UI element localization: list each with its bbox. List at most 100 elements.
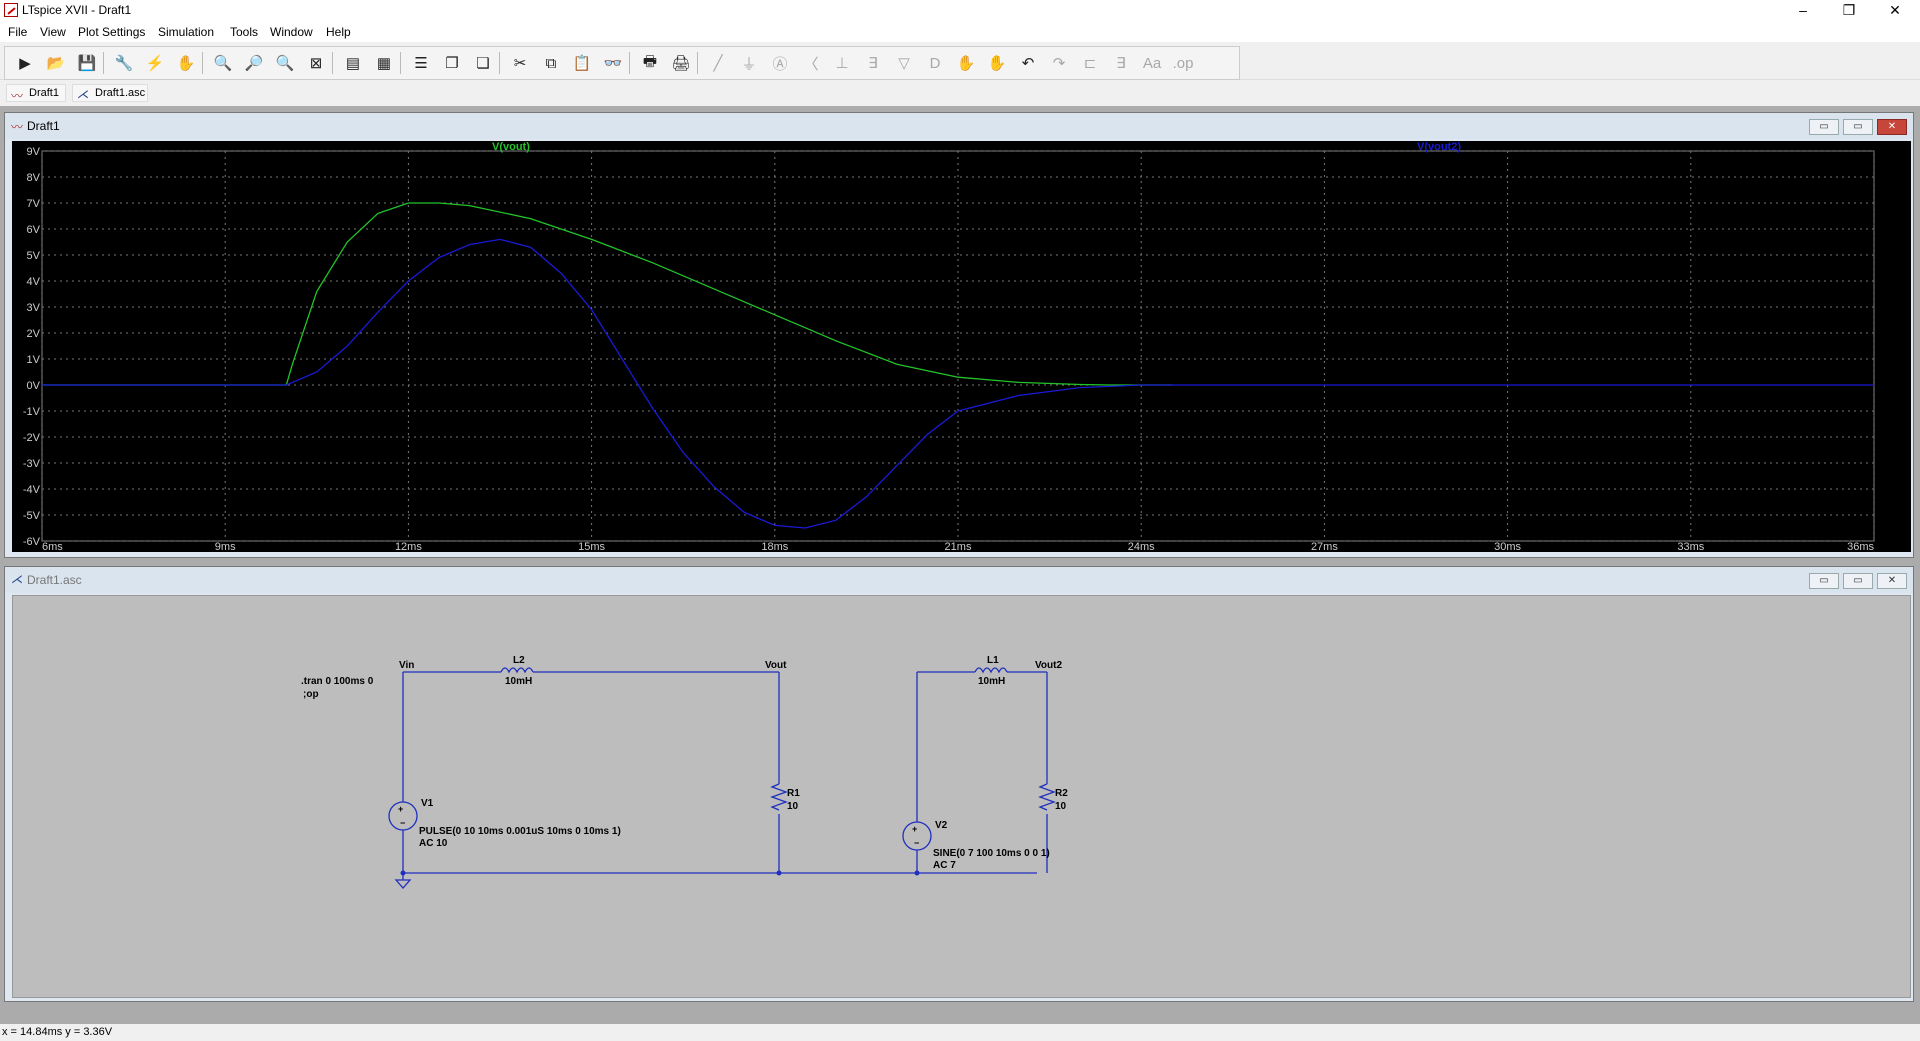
l1-value[interactable]: 10mH <box>978 676 1005 687</box>
x-tick-label: 30ms <box>1494 541 1521 552</box>
schematic-icon: ⋌ <box>77 87 89 101</box>
tile-vertical-icon[interactable]: ❏ <box>472 52 494 74</box>
y-tick-label: 7V <box>27 198 41 210</box>
tran-directive[interactable]: .tran 0 100ms 0 <box>301 676 374 687</box>
r1-ref[interactable]: R1 <box>787 788 800 799</box>
schematic-close-button[interactable]: ✕ <box>1877 573 1907 589</box>
menu-view[interactable]: View <box>40 25 66 39</box>
node-label-vin[interactable]: Vin <box>399 660 414 671</box>
tab-draft1-asc[interactable]: ⋌ Draft1.asc <box>72 84 148 102</box>
undo-icon[interactable]: ↶ <box>1017 52 1039 74</box>
menu-window[interactable]: Window <box>270 25 313 39</box>
waveform-plot[interactable]: 9V 8V 7V 6V 5V 4V 3V 2V 1V 0V -1V -2V -3V -4V -5V -6V 6m… <box>12 141 1911 553</box>
node-label-vout2[interactable]: Vout2 <box>1035 660 1062 671</box>
tab-label: Draft1 <box>29 87 59 99</box>
v2-ref[interactable]: V2 <box>935 820 948 831</box>
ground-icon[interactable]: ⏚ <box>738 52 760 74</box>
redo-icon[interactable]: ↷ <box>1048 52 1070 74</box>
circuit-diagram[interactable]: + − + − .tran 0 100ms 0 ;op Vin Vout Vout2… <box>13 596 1910 997</box>
capacitor-icon[interactable]: ⊥ <box>831 52 853 74</box>
inductor-l1-symbol[interactable] <box>974 667 1008 674</box>
schematic-maximize-button[interactable]: ▭ <box>1843 573 1873 589</box>
label-net-icon[interactable]: Ⓐ <box>769 52 791 74</box>
l2-ref[interactable]: L2 <box>513 655 525 666</box>
toolbar-separator <box>697 52 698 74</box>
drag-icon[interactable]: ✋ <box>986 52 1008 74</box>
resistor-icon[interactable]: 〈 <box>800 52 822 74</box>
schematic-window-titlebar[interactable]: ⋌ Draft1.asc ▭ ▭ ✕ <box>5 567 1913 593</box>
text-icon[interactable]: Aa <box>1141 52 1163 74</box>
halt-icon[interactable]: ⚡ <box>144 52 166 74</box>
x-tick-label: 12ms <box>395 541 422 552</box>
svg-text:+: + <box>398 804 403 814</box>
schematic-canvas[interactable]: + − + − .tran 0 100ms 0 ;op Vin Vout Vout2… <box>12 595 1911 998</box>
component-icon[interactable]: D <box>924 52 946 74</box>
schematic-minimize-button[interactable]: ▭ <box>1809 573 1839 589</box>
plot-maximize-button[interactable]: ▭ <box>1843 119 1873 135</box>
restore-button[interactable]: ❐ <box>1826 0 1872 22</box>
cut-icon[interactable]: ✂ <box>509 52 531 74</box>
cascade-icon[interactable]: ❐ <box>441 52 463 74</box>
l1-ref[interactable]: L1 <box>987 655 999 666</box>
waveform-chart[interactable]: 9V 8V 7V 6V 5V 4V 3V 2V 1V 0V -1V -2V -3V -4V -5V -6V 6m… <box>12 141 1911 553</box>
tile-horizontal-icon[interactable]: ☰ <box>410 52 432 74</box>
close-button[interactable]: ✕ <box>1872 0 1918 22</box>
plot-minimize-button[interactable]: ▭ <box>1809 119 1839 135</box>
rotate-icon[interactable]: ⊏ <box>1079 52 1101 74</box>
r2-value[interactable]: 10 <box>1055 801 1067 812</box>
print-preview-icon[interactable]: 🖨 <box>670 52 692 74</box>
mirror-icon[interactable]: ∃ <box>1110 52 1132 74</box>
menu-tools[interactable]: Tools <box>230 25 258 39</box>
autorange-icon[interactable]: ▤ <box>342 52 364 74</box>
minimize-button[interactable]: – <box>1780 0 1826 22</box>
x-tick-label: 33ms <box>1677 541 1704 552</box>
v2-spec[interactable]: SINE(0 7 100 10ms 0 0 1) <box>933 848 1050 859</box>
plot-window-title: Draft1 <box>27 119 60 133</box>
svg-text:+: + <box>912 824 917 834</box>
save-icon[interactable]: 💾 <box>76 52 98 74</box>
r2-ref[interactable]: R2 <box>1055 788 1068 799</box>
resistor-r2-symbol[interactable] <box>1038 783 1056 811</box>
pan-hand-icon[interactable]: ✋ <box>175 52 197 74</box>
l2-value[interactable]: 10mH <box>505 676 532 687</box>
node-label-vout[interactable]: Vout <box>765 660 787 671</box>
zoom-out-icon[interactable]: 🔍 <box>274 52 296 74</box>
y-tick-label: 9V <box>27 146 41 158</box>
find-icon[interactable]: 👓 <box>602 52 624 74</box>
menu-file[interactable]: File <box>8 25 27 39</box>
v1-ref[interactable]: V1 <box>421 798 434 809</box>
waveform-icon: 〰 <box>11 120 24 134</box>
spice-directive-icon[interactable]: .op <box>1172 52 1194 74</box>
inductor-icon[interactable]: ∃ <box>862 52 884 74</box>
wire-icon[interactable]: ╱ <box>707 52 729 74</box>
tab-draft1[interactable]: 〰 Draft1 <box>6 84 66 103</box>
toolbar-separator <box>202 52 203 74</box>
menu-plot-settings[interactable]: Plot Settings <box>78 25 145 39</box>
paste-icon[interactable]: 📋 <box>571 52 593 74</box>
open-icon[interactable]: 📂 <box>45 52 67 74</box>
grid-icon[interactable]: ▦ <box>373 52 395 74</box>
move-icon[interactable]: ✋ <box>955 52 977 74</box>
print-icon[interactable]: 🖶 <box>639 52 661 74</box>
zoom-in-icon[interactable]: 🔍 <box>212 52 234 74</box>
y-tick-label: 8V <box>27 172 41 184</box>
diode-icon[interactable]: ▽ <box>893 52 915 74</box>
v2-ac[interactable]: AC 7 <box>933 860 956 871</box>
v1-spec[interactable]: PULSE(0 10 10ms 0.001uS 10ms 0 10ms 1) <box>419 826 621 837</box>
op-directive[interactable]: ;op <box>303 689 319 700</box>
menu-help[interactable]: Help <box>326 25 351 39</box>
y-tick-label: 3V <box>27 302 41 314</box>
resistor-r1-symbol[interactable] <box>770 783 788 811</box>
v1-ac[interactable]: AC 10 <box>419 838 448 849</box>
copy-icon[interactable]: ⧉ <box>540 52 562 74</box>
menu-simulation[interactable]: Simulation <box>158 25 214 39</box>
run-icon[interactable]: ▶ <box>14 52 36 74</box>
zoom-area-icon[interactable]: 🔎 <box>243 52 265 74</box>
title-bar: LTspice XVII - Draft1 – ❐ ✕ <box>0 0 1920 22</box>
plot-close-button[interactable]: ✕ <box>1877 119 1907 135</box>
inductor-l2-symbol[interactable] <box>500 667 534 674</box>
r1-value[interactable]: 10 <box>787 801 799 812</box>
control-panel-icon[interactable]: 🔧 <box>113 52 135 74</box>
zoom-fit-icon[interactable]: ⊠ <box>305 52 327 74</box>
plot-window-titlebar[interactable]: 〰 Draft1 ▭ ▭ ✕ <box>5 113 1913 139</box>
